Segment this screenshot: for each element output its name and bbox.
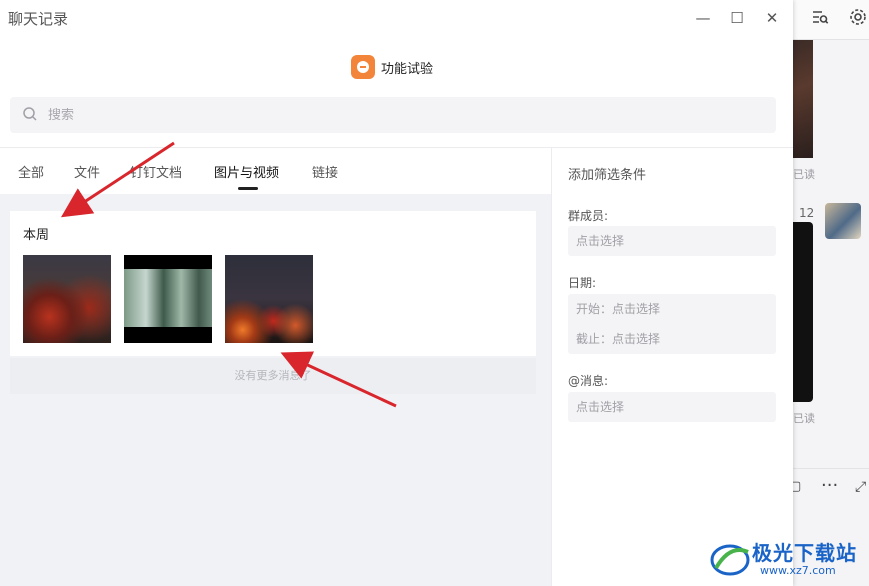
active-tab-indicator xyxy=(238,187,258,190)
search-bar[interactable] xyxy=(10,97,776,133)
tab-files[interactable]: 文件 xyxy=(74,162,100,181)
expand-icon[interactable]: ⤢ xyxy=(855,479,866,495)
tab-links[interactable]: 链接 xyxy=(312,162,338,181)
member-label: 群成员: xyxy=(568,209,609,223)
more-icon[interactable]: ··· xyxy=(821,475,838,496)
date-range: 开始：点击选择 截止：点击选择 xyxy=(568,294,776,354)
group-header: 功能试验 xyxy=(351,55,433,79)
tab-all[interactable]: 全部 xyxy=(18,162,44,181)
divider-vertical xyxy=(551,148,552,586)
close-button[interactable]: ✕ xyxy=(758,6,786,30)
section-title: 本周 xyxy=(23,228,50,243)
media-thumbnail[interactable] xyxy=(23,255,111,343)
avatar[interactable] xyxy=(825,203,861,239)
minimize-button[interactable]: — xyxy=(689,6,717,30)
no-more-messages: 没有更多消息了 xyxy=(10,358,536,394)
mention-select[interactable]: 点击选择 xyxy=(568,392,776,422)
chat-input-toolbar: ▢ ··· ⤢ xyxy=(789,468,869,508)
chat-topbar xyxy=(793,0,869,40)
search-icon xyxy=(22,106,40,124)
member-select[interactable]: 点击选择 xyxy=(568,226,776,256)
message-time: 12 xyxy=(799,206,815,220)
filter-heading: 添加筛选条件 xyxy=(568,168,647,183)
date-end-select[interactable]: 截止：点击选择 xyxy=(568,324,776,354)
tab-bar: 全部 文件 钉钉文档 图片与视频 链接 xyxy=(0,148,551,194)
watermark-text: 极光下载站 xyxy=(752,541,857,565)
group-name: 功能试验 xyxy=(381,61,434,77)
watermark-url: www.xz7.com xyxy=(760,564,836,577)
date-label: 日期: xyxy=(568,276,597,290)
group-avatar-icon xyxy=(351,55,375,79)
chat-history-dialog: 聊天记录 — ☐ ✕ 功能试验 全部 文件 钉钉文档 图片与视频 链接 本周 没… xyxy=(0,0,793,586)
mention-label: @消息: xyxy=(568,374,609,388)
media-thumbnail[interactable] xyxy=(225,255,313,343)
media-thumbnail[interactable] xyxy=(124,255,212,343)
window-title: 聊天记录 xyxy=(8,10,69,28)
chat-image-message[interactable] xyxy=(793,40,813,158)
date-start-select[interactable]: 开始：点击选择 xyxy=(568,294,776,324)
settings-gear-icon[interactable] xyxy=(849,8,867,30)
read-status: 已读 xyxy=(793,412,815,425)
search-history-icon[interactable] xyxy=(811,8,829,30)
tab-dingtalk-docs[interactable]: 钉钉文档 xyxy=(130,162,182,181)
background-chat-window: 已读 12 已读 ▢ ··· ⤢ xyxy=(789,0,869,586)
maximize-button[interactable]: ☐ xyxy=(723,6,751,30)
tab-images-videos[interactable]: 图片与视频 xyxy=(214,162,279,181)
chat-video-message[interactable] xyxy=(793,222,813,402)
search-input[interactable] xyxy=(48,107,648,123)
read-status: 已读 xyxy=(793,168,815,181)
